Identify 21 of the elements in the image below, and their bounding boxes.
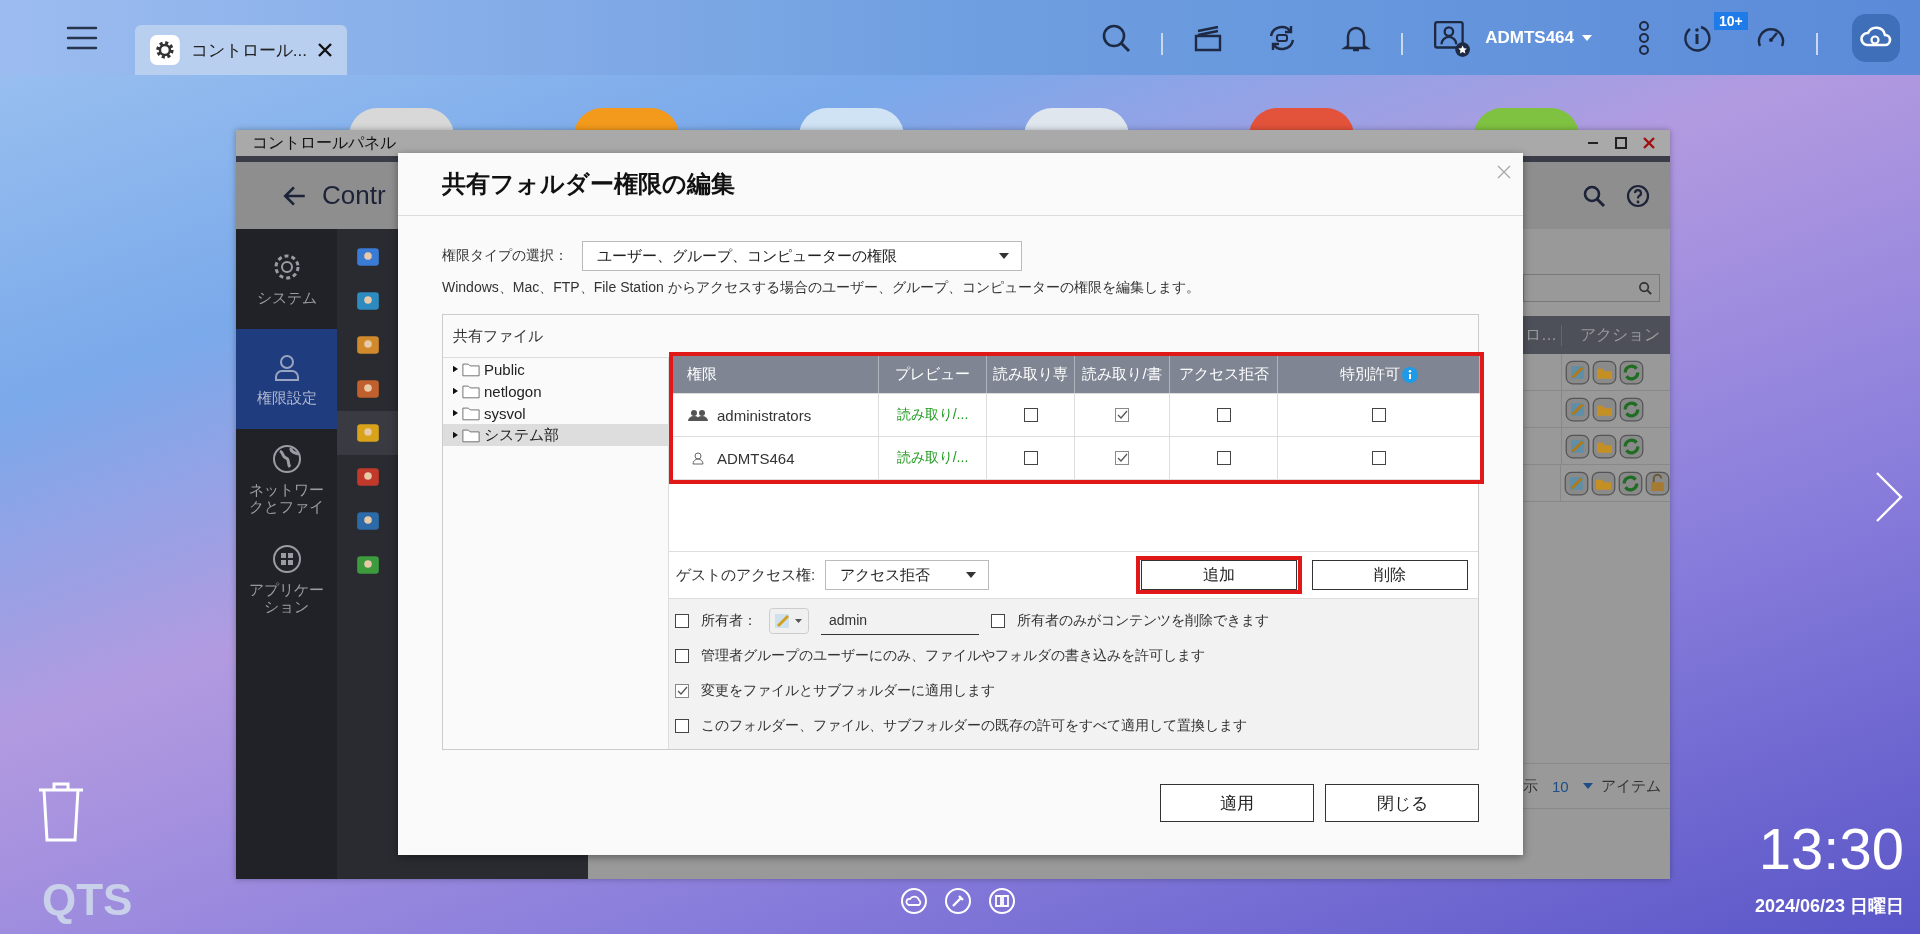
checkbox-label: 所有者のみがコンテンツを削除できます: [1017, 611, 1269, 630]
notification-badge: 10+: [1714, 11, 1748, 30]
description: Windows、Mac、FTP、File Station からアクセスする場合のユーザー、グループ、コンピューターの権限を編集します。: [442, 279, 1201, 297]
footer-label: 示: [1523, 776, 1538, 796]
footer-label: アイテム: [1600, 776, 1661, 796]
field-label: ゲストのアクセス権:: [676, 565, 816, 585]
panel-header: 共有ファイル: [453, 326, 543, 346]
date: 2024/06/23 日曜日: [1754, 895, 1904, 918]
tab-title: コントロール...: [190, 39, 307, 62]
checkbox-label: このフォルダー、ファイル、サブフォルダーの既存の許可をすべて適用して置換します: [701, 716, 1247, 735]
table-cell: ADMTS464: [717, 449, 795, 467]
checkbox-label: 管理者グループのユーザーにのみ、ファイルやフォルダの書き込みを許可します: [701, 646, 1205, 665]
dialog-title: 共有フォルダー権限の編集: [442, 169, 735, 199]
panel-title: Contr: [322, 180, 386, 211]
field-label: 権限タイプの選択：: [442, 247, 568, 265]
clock: 13:30: [1758, 820, 1904, 878]
table-cell: administrators: [717, 406, 812, 424]
checkbox-label: 変更をファイルとサブフォルダーに適用します: [701, 681, 995, 700]
logo: QTS: [42, 875, 133, 925]
checkbox-label: 所有者：: [701, 611, 757, 630]
window-title: コントロールパネル: [252, 132, 396, 153]
